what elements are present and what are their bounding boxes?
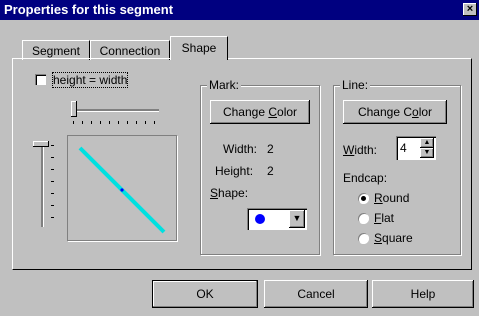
tab-shape[interactable]: Shape — [170, 36, 228, 60]
width-slider-track — [71, 109, 159, 112]
help-button-label: Help — [410, 287, 436, 301]
height-slider-thumb[interactable] — [33, 141, 49, 147]
line-change-color-accel: o — [412, 105, 419, 119]
mark-shape-accel: S — [210, 186, 219, 200]
line-width-value[interactable]: 4 — [400, 141, 407, 155]
cancel-button[interactable]: Cancel — [264, 280, 368, 308]
line-group: Line: Change Color Width: 4 ▲ ▼ Endcap: … — [333, 78, 461, 255]
width-slider-thumb[interactable] — [71, 101, 77, 117]
mark-change-color-accel: C — [268, 105, 278, 119]
close-button[interactable]: × — [463, 3, 477, 16]
tab-segment-label: Segment — [31, 44, 81, 58]
ok-button[interactable]: OK — [152, 280, 258, 308]
chevron-down-icon: ▼ — [423, 149, 431, 156]
circle-shape-icon — [255, 214, 265, 224]
mark-height-label: Height: — [215, 164, 254, 178]
properties-dialog: Properties for this segment × Segment Co… — [0, 0, 479, 316]
endcap-square-radio[interactable] — [358, 233, 369, 244]
line-change-color-post: lor — [418, 105, 433, 119]
endcap-round-radio[interactable] — [358, 193, 369, 204]
line-width-up-button[interactable]: ▲ — [420, 138, 434, 148]
width-slider-ticks — [73, 121, 159, 124]
mark-change-color-pre: Change — [222, 105, 269, 119]
chevron-up-icon: ▲ — [423, 139, 431, 146]
shape-tab-panel: height = width Mark: Change Color Width:… — [12, 58, 472, 270]
tab-connection[interactable]: Connection — [90, 40, 170, 60]
tab-connection-label: Connection — [99, 44, 161, 58]
line-width-spinner[interactable]: 4 ▲ ▼ — [396, 136, 436, 160]
ok-button-label: OK — [196, 287, 214, 301]
line-change-color-pre: Change C — [357, 105, 412, 119]
mark-group-title: Mark: — [207, 78, 241, 92]
height-slider-track — [41, 143, 44, 227]
endcap-round-label-post: ound — [382, 191, 410, 205]
cancel-button-label: Cancel — [297, 287, 335, 301]
mark-width-label: Width: — [223, 142, 258, 156]
preview-mark-dot — [120, 188, 124, 192]
mark-change-color-post: olor — [277, 105, 298, 119]
chevron-down-icon: ▼ — [292, 213, 302, 223]
endcap-square-label-post: quare — [382, 231, 413, 245]
segment-preview — [67, 135, 177, 241]
mark-shape-dropdown[interactable]: ▼ — [247, 208, 307, 230]
endcap-square-label: Square — [374, 231, 413, 245]
endcap-round-accel: R — [374, 191, 383, 205]
endcap-flat-radio[interactable] — [358, 213, 369, 224]
line-group-title: Line: — [340, 78, 371, 92]
mark-change-color-button[interactable]: Change Color — [210, 100, 310, 124]
segment-preview-svg — [78, 146, 166, 234]
mark-width-value: 2 — [267, 142, 274, 156]
dialog-title: Properties for this segment — [4, 2, 174, 17]
endcap-flat-label-post: lat — [381, 211, 395, 225]
endcap-label: Endcap: — [343, 171, 388, 185]
line-width-label: Width: — [343, 143, 377, 157]
tab-segment[interactable]: Segment — [22, 40, 90, 60]
mark-shape-dropdown-arrow[interactable]: ▼ — [289, 210, 305, 228]
line-change-color-button[interactable]: Change Color — [343, 100, 447, 124]
height-slider-ticks — [51, 145, 54, 225]
endcap-flat-label: Flat — [374, 211, 394, 225]
height-equals-width-checkbox[interactable] — [35, 74, 46, 85]
endcap-square-accel: S — [374, 231, 383, 245]
line-width-down-button[interactable]: ▼ — [420, 148, 434, 158]
mark-shape-label-post: hape: — [218, 186, 249, 200]
line-width-label-post: idth: — [354, 143, 378, 157]
help-button[interactable]: Help — [372, 280, 474, 308]
tab-shape-label: Shape — [181, 41, 217, 55]
mark-height-value: 2 — [267, 164, 274, 178]
mark-shape-label: Shape: — [210, 186, 248, 200]
height-equals-width-label: height = width — [51, 72, 129, 88]
endcap-round-label: Round — [374, 191, 409, 205]
title-bar: Properties for this segment × — [0, 0, 479, 20]
mark-group: Mark: Change Color Width: 2 Height: 2 Sh… — [200, 78, 320, 255]
line-width-accel: W — [343, 143, 355, 157]
